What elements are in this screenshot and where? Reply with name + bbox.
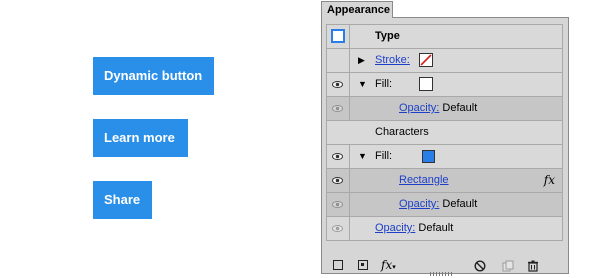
opacity-row-3[interactable]: Opacity: Default [327, 217, 562, 241]
resize-grip-icon[interactable] [430, 272, 452, 276]
dynamic-button[interactable]: Dynamic button [93, 57, 214, 95]
learn-more-button[interactable]: Learn more [93, 119, 188, 157]
eye-column [327, 49, 350, 72]
share-button[interactable]: Share [93, 181, 152, 219]
eye-column[interactable] [327, 145, 350, 168]
eye-column[interactable] [327, 217, 350, 240]
opacity-link[interactable]: Opacity: [399, 198, 439, 210]
eye-column[interactable] [327, 193, 350, 216]
eye-column[interactable] [327, 73, 350, 96]
eye-icon[interactable] [332, 177, 343, 184]
opacity-row[interactable]: Opacity: Default [327, 97, 562, 121]
new-fill-icon[interactable] [358, 260, 368, 270]
fx-menu-icon[interactable]: fx▾ [381, 258, 403, 272]
fill-row[interactable]: ▼ Fill: [327, 73, 562, 97]
trash-icon[interactable] [527, 260, 539, 272]
expand-arrow-icon[interactable]: ▶ [358, 56, 365, 65]
opacity-field: Opacity: Default [375, 222, 453, 234]
eye-icon[interactable] [332, 225, 343, 232]
fill-label: Fill: [375, 78, 393, 90]
characters-row[interactable]: Characters [327, 121, 562, 145]
rectangle-link[interactable]: Rectangle [399, 174, 449, 186]
fill-blue-swatch[interactable] [422, 150, 435, 163]
panel-footer: fx▾ [322, 258, 568, 276]
fill-label: Fill: [375, 150, 393, 162]
eye-column [327, 25, 350, 48]
collapse-arrow-icon[interactable]: ▼ [358, 80, 367, 89]
duplicate-icon[interactable] [502, 260, 514, 272]
opacity-value: Default [418, 222, 454, 234]
opacity-value: Default [442, 198, 478, 210]
collapse-arrow-icon[interactable]: ▼ [358, 152, 367, 161]
fx-icon[interactable]: fx [544, 173, 555, 187]
rectangle-row[interactable]: Rectangle fx [327, 169, 562, 193]
opacity-link[interactable]: Opacity: [375, 222, 415, 234]
eye-column[interactable] [327, 169, 350, 192]
type-row[interactable]: Type [327, 25, 562, 49]
eye-icon[interactable] [332, 81, 343, 88]
fill-row-2[interactable]: ▼ Fill: [327, 145, 562, 169]
clear-icon[interactable] [474, 260, 486, 272]
panel-body: Type ▶ Stroke: ▼ Fill: Opacity: Default … [321, 17, 569, 276]
type-label: Type [375, 30, 400, 42]
opacity-field: Opacity: Default [399, 102, 477, 114]
stroke-row[interactable]: ▶ Stroke: [327, 49, 562, 73]
type-swatch-icon [331, 29, 345, 43]
stroke-link[interactable]: Stroke: [375, 54, 410, 66]
appearance-list: Type ▶ Stroke: ▼ Fill: Opacity: Default … [326, 24, 563, 241]
appearance-tab[interactable]: Appearance [321, 1, 393, 18]
opacity-link[interactable]: Opacity: [399, 102, 439, 114]
opacity-field: Opacity: Default [399, 198, 477, 210]
stroke-none-swatch[interactable] [419, 53, 433, 67]
eye-icon[interactable] [332, 105, 343, 112]
eye-icon[interactable] [332, 153, 343, 160]
opacity-row-2[interactable]: Opacity: Default [327, 193, 562, 217]
opacity-value: Default [442, 102, 478, 114]
eye-icon[interactable] [332, 201, 343, 208]
new-stroke-icon[interactable] [333, 260, 343, 270]
fill-white-swatch[interactable] [419, 77, 433, 91]
characters-label: Characters [375, 126, 429, 138]
appearance-panel: Appearance Type ▶ Stroke: ▼ Fill: Opacit… [321, 0, 569, 278]
eye-column[interactable] [327, 97, 350, 120]
